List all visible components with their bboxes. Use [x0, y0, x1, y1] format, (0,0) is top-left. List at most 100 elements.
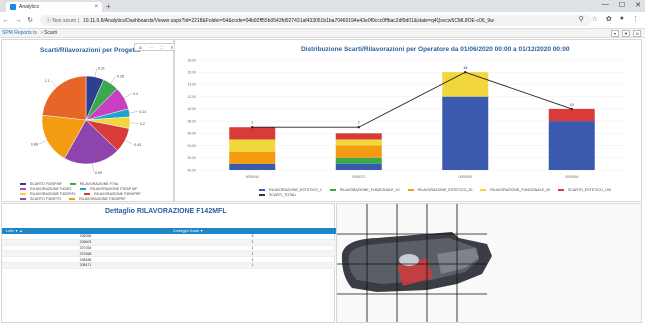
table-row[interactable]: 208471 1 [2, 262, 336, 269]
detail-grid-panel: Dettaglio RILAVORAZIONE F142MFL Lotto ▼ … [1, 203, 336, 323]
legend-label: RILAVORAZIONE F3EMPRF [79, 197, 126, 201]
minimize-icon[interactable]: — [602, 1, 609, 9]
new-tab-button[interactable]: + [106, 2, 111, 11]
legend-item[interactable]: SCARTO_ESTETICO_100 [558, 188, 615, 192]
export-icon[interactable]: ⇲ [633, 30, 641, 37]
legend-swatch [69, 198, 76, 200]
table-cell: 208471 [79, 263, 92, 268]
data-label: 16 [463, 66, 467, 70]
bar-segment[interactable] [442, 96, 489, 170]
legend-swatch [20, 193, 26, 195]
profile-icon[interactable]: ● [620, 15, 624, 23]
table-cell: 1 [251, 263, 254, 268]
app-brand[interactable]: SPM Reports ts [2, 30, 37, 36]
legend-label: RILAVORAZIONE_FUNZIONALE_10 [339, 188, 400, 192]
browser-tab[interactable]: Analytics × [6, 2, 102, 12]
bar-segment[interactable] [335, 145, 382, 158]
legend-item[interactable]: RILAVORAZIONE F30SP MF [80, 187, 141, 191]
insecure-indicator[interactable]: ⓘ Non sicuro | [46, 17, 79, 24]
legend-item[interactable]: SCARTO F30SFMF [20, 182, 66, 186]
line-point[interactable] [464, 71, 467, 74]
bar-segment[interactable] [548, 121, 595, 170]
bar-segment[interactable] [229, 139, 276, 152]
pie-label-leader [38, 139, 47, 145]
table-cell: 208488 [79, 257, 92, 262]
maximize-icon[interactable]: ☐ [619, 1, 625, 9]
legend-swatch [480, 189, 487, 191]
legend-swatch [80, 188, 87, 190]
pie-legend: SCARTO F30SFMF RILAVORAZIONE F70ARILAVORA… [20, 182, 170, 202]
legend-label: SCARTO F30SFMF [30, 182, 62, 186]
browser-toolbar: ⚲ ☆ ✿ ● ⋮ [578, 15, 639, 23]
browser-tab-bar: Analytics × + — ☐ ✕ [0, 0, 645, 12]
pie-label-leader [110, 76, 116, 84]
part-image[interactable] [337, 204, 642, 323]
part-image-panel [336, 203, 642, 323]
y-tick-label: 00.00 [188, 168, 197, 172]
legend-item[interactable]: RILAVORAZIONE_ESTETICO_1 [259, 188, 326, 192]
bar-segment[interactable] [335, 133, 382, 140]
pie-data-label: 1.1 [45, 79, 50, 83]
filter-icon[interactable]: ⊜ [139, 45, 142, 50]
legend-label: RILAVORAZIONE F30SP MF [90, 187, 138, 191]
menu-icon[interactable]: ⋮ [632, 15, 639, 23]
funnel-icon[interactable]: ⚲ [170, 45, 173, 50]
bar-segment[interactable] [548, 108, 595, 122]
bar-segment[interactable] [335, 139, 382, 146]
close-window-icon[interactable]: ✕ [635, 1, 641, 9]
more-icon[interactable]: ⋯ [149, 45, 153, 50]
filter-icon[interactable]: ▼ [622, 30, 630, 37]
reload-icon[interactable]: ↻ [24, 16, 36, 24]
table-cell: 207264 [79, 245, 92, 250]
pie-data-label: 0.2 [140, 122, 145, 126]
legend-item[interactable]: RILAVORAZIONE F3EMPRF [69, 197, 130, 201]
legend-item[interactable]: RILAVORAZIONE_FUNZIONALE_10 [329, 188, 404, 192]
table-cell: 1 [251, 245, 254, 250]
pie-label-leader [124, 93, 133, 99]
column-header-count[interactable]: Conteggio Scarti ▼ [169, 229, 336, 233]
bookmark-star-icon[interactable]: ☆ [592, 15, 598, 23]
back-icon[interactable]: ← [0, 17, 12, 24]
legend-label: RILAVORAZIONE F30SP/FL [30, 192, 77, 196]
zoom-icon[interactable]: ⚲ [578, 15, 583, 23]
url-text: 10.11.0.8/Analytics/Dashboards/Viewer.as… [83, 17, 494, 24]
bar-segment[interactable] [335, 157, 382, 164]
y-tick-label: 14.00 [188, 83, 197, 87]
legend-item[interactable]: RILAVORAZIONE_ESTETICO_20 [407, 188, 477, 192]
extension-icon[interactable]: ✿ [606, 15, 612, 23]
legend-item[interactable]: RILAVORAZIONE F3EMPRF [84, 192, 145, 196]
legend-label: RILAVORAZIONE_FUNZIONALE_40 [490, 188, 551, 192]
legend-item[interactable]: SCARTO F30SP/TI [20, 197, 65, 201]
bar-segment[interactable] [229, 163, 276, 170]
legend-swatch [20, 198, 26, 200]
legend-label: SCARTO F30SP/TI [30, 197, 62, 201]
legend-label: RILAVORAZIONE F70A [79, 182, 119, 186]
legend-swatch [407, 189, 414, 191]
window-controls: — ☐ ✕ [602, 1, 641, 9]
app-tools: ▾ ▼ ⇲ [611, 30, 641, 37]
fullscreen-icon[interactable]: ⛶ [160, 45, 163, 50]
forward-icon[interactable]: → [12, 17, 24, 24]
bar-segment[interactable] [442, 72, 489, 97]
line-point[interactable] [251, 126, 254, 129]
pie-label-leader [129, 122, 139, 124]
legend-item[interactable]: RILAVORAZIONE_FUNZIONALE_40 [480, 188, 554, 192]
legend-item[interactable]: RILAVORAZIONE F420FL [20, 187, 76, 191]
close-tab-icon[interactable]: × [94, 4, 98, 10]
legend-swatch [69, 183, 76, 185]
legend-item[interactable]: RILAVORAZIONE F30SP/FL [20, 192, 80, 196]
legend-item[interactable]: SCARTI_TOTALI [259, 193, 300, 197]
x-tick-label: 0000044 [246, 175, 259, 179]
total-line[interactable] [252, 71, 572, 128]
dropdown-icon[interactable]: ▾ [611, 30, 619, 37]
pie-chart-panel: Scarti/Rilavorazioni per Progetto 0.31 0.… [1, 39, 174, 202]
url-field[interactable]: ⓘ Non sicuro | 10.11.0.8/Analytics/Dashb… [40, 15, 592, 26]
line-point[interactable] [357, 126, 360, 129]
legend-item[interactable]: RILAVORAZIONE F70A [69, 182, 122, 186]
bar-segment[interactable] [229, 151, 276, 164]
column-header-lotto[interactable]: Lotto ▼ ▲ [2, 229, 169, 233]
bar-segment[interactable] [335, 163, 382, 170]
line-point[interactable] [570, 107, 573, 111]
bar-chart: 00.00 02.00 04.00 06.00 08.00 10.00 12.00 14.00… [188, 58, 625, 179]
bar-segment[interactable] [229, 127, 276, 140]
